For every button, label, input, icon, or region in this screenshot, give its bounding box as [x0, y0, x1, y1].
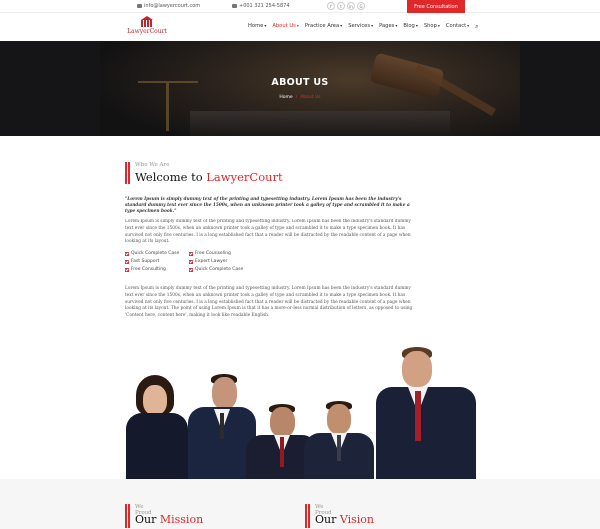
section-accent-bars [125, 504, 131, 528]
chevron-down-icon: ▾ [340, 23, 343, 28]
chevron-down-icon: ▾ [437, 23, 440, 28]
mission-vision-section: We Proud Our Mission We Proud Our Vision [0, 479, 600, 529]
site-logo[interactable]: LawyerCourt [127, 16, 167, 40]
nav-item-about-us[interactable]: About Us▾ [272, 23, 299, 31]
page-hero: ABOUT US Home / About Us [0, 41, 600, 136]
breadcrumb-home[interactable]: Home [279, 95, 292, 100]
mission-heading: Our Mission [135, 513, 204, 526]
top-bar: info@lawyercourt.com +001 321 254-5874 f… [0, 0, 600, 13]
twitter-icon[interactable]: t [337, 2, 345, 10]
site-header: LawyerCourt Home▾ About Us▾ Practice Are… [0, 13, 600, 41]
free-consultation-button[interactable]: Free Consultation [407, 0, 465, 13]
chevron-down-icon: ▾ [264, 23, 267, 28]
checkbox-icon [125, 267, 129, 272]
envelope-icon [137, 3, 142, 8]
chevron-down-icon: ▾ [415, 23, 418, 28]
nav-item-blog[interactable]: Blog▾ [403, 23, 417, 31]
logo-text: LawyerCourt [127, 28, 167, 35]
lead-quote: "Lorem Ipsum is simply dummy text of the… [125, 197, 410, 214]
checkbox-icon [189, 259, 193, 264]
email-text: info@lawyercourt.com [144, 3, 201, 9]
about-paragraph-2: Lorem Ipsum is simply dummy text of the … [125, 286, 413, 319]
chevron-down-icon: ▾ [395, 23, 398, 28]
facebook-icon[interactable]: f [327, 2, 335, 10]
heading-accent: LawyerCourt [206, 170, 283, 184]
section-accent-bars [305, 504, 311, 528]
justice-scale-image [138, 81, 198, 131]
feature-checklist: Quick Complete Case Free Counseling Fast… [125, 251, 325, 272]
search-icon[interactable]: ⌕ [475, 23, 478, 31]
social-links: f t in G [327, 2, 365, 10]
checklist-item: Quick Complete Case [125, 251, 189, 256]
breadcrumb-separator: / [295, 95, 298, 100]
nav-item-contact[interactable]: Contact▾ [446, 23, 469, 31]
nav-item-practice-area[interactable]: Practice Area▾ [305, 23, 342, 31]
contact-email[interactable]: info@lawyercourt.com [137, 3, 200, 9]
google-plus-icon[interactable]: G [357, 2, 365, 10]
breadcrumb-current: About Us [300, 95, 321, 100]
main-nav: Home▾ About Us▾ Practice Area▾ Services▾… [248, 23, 479, 31]
checklist-item: Fast Support [125, 259, 189, 264]
nav-item-pages[interactable]: Pages▾ [379, 23, 397, 31]
section-kicker: Who We Are [135, 162, 170, 168]
about-paragraph-1: Lorem Ipsum is simply dummy text of the … [125, 219, 411, 245]
phone-icon [232, 3, 237, 8]
breadcrumb: Home / About Us [0, 95, 600, 100]
chevron-down-icon: ▾ [467, 23, 470, 28]
team-member-photo [126, 361, 188, 479]
checkbox-icon [125, 259, 129, 264]
vision-heading: Our Vision [315, 513, 374, 526]
chevron-down-icon: ▾ [371, 23, 374, 28]
contact-phone[interactable]: +001 321 254-5874 [232, 3, 290, 9]
checklist-item: Free Counseling [189, 251, 269, 256]
section-heading: Welcome to LawyerCourt [135, 170, 283, 184]
checkbox-icon [125, 251, 129, 256]
team-photo [126, 333, 476, 479]
courthouse-icon [138, 16, 156, 28]
checklist-item: Free Consulting [125, 267, 189, 272]
team-member-photo [364, 343, 476, 479]
section-accent-bars [125, 162, 131, 184]
nav-item-services[interactable]: Services▾ [348, 23, 373, 31]
law-book-image [190, 111, 450, 136]
checklist-item: Quick Complete Case [189, 267, 269, 272]
checkbox-icon [189, 251, 193, 256]
linkedin-icon[interactable]: in [347, 2, 355, 10]
nav-item-home[interactable]: Home▾ [248, 23, 266, 31]
page-title: ABOUT US [271, 77, 329, 88]
checkbox-icon [189, 267, 193, 272]
phone-text: +001 321 254-5874 [239, 3, 290, 9]
nav-item-shop[interactable]: Shop▾ [424, 23, 440, 31]
checklist-item: Expert Lawyer [189, 259, 269, 264]
chevron-down-icon: ▾ [296, 23, 299, 28]
